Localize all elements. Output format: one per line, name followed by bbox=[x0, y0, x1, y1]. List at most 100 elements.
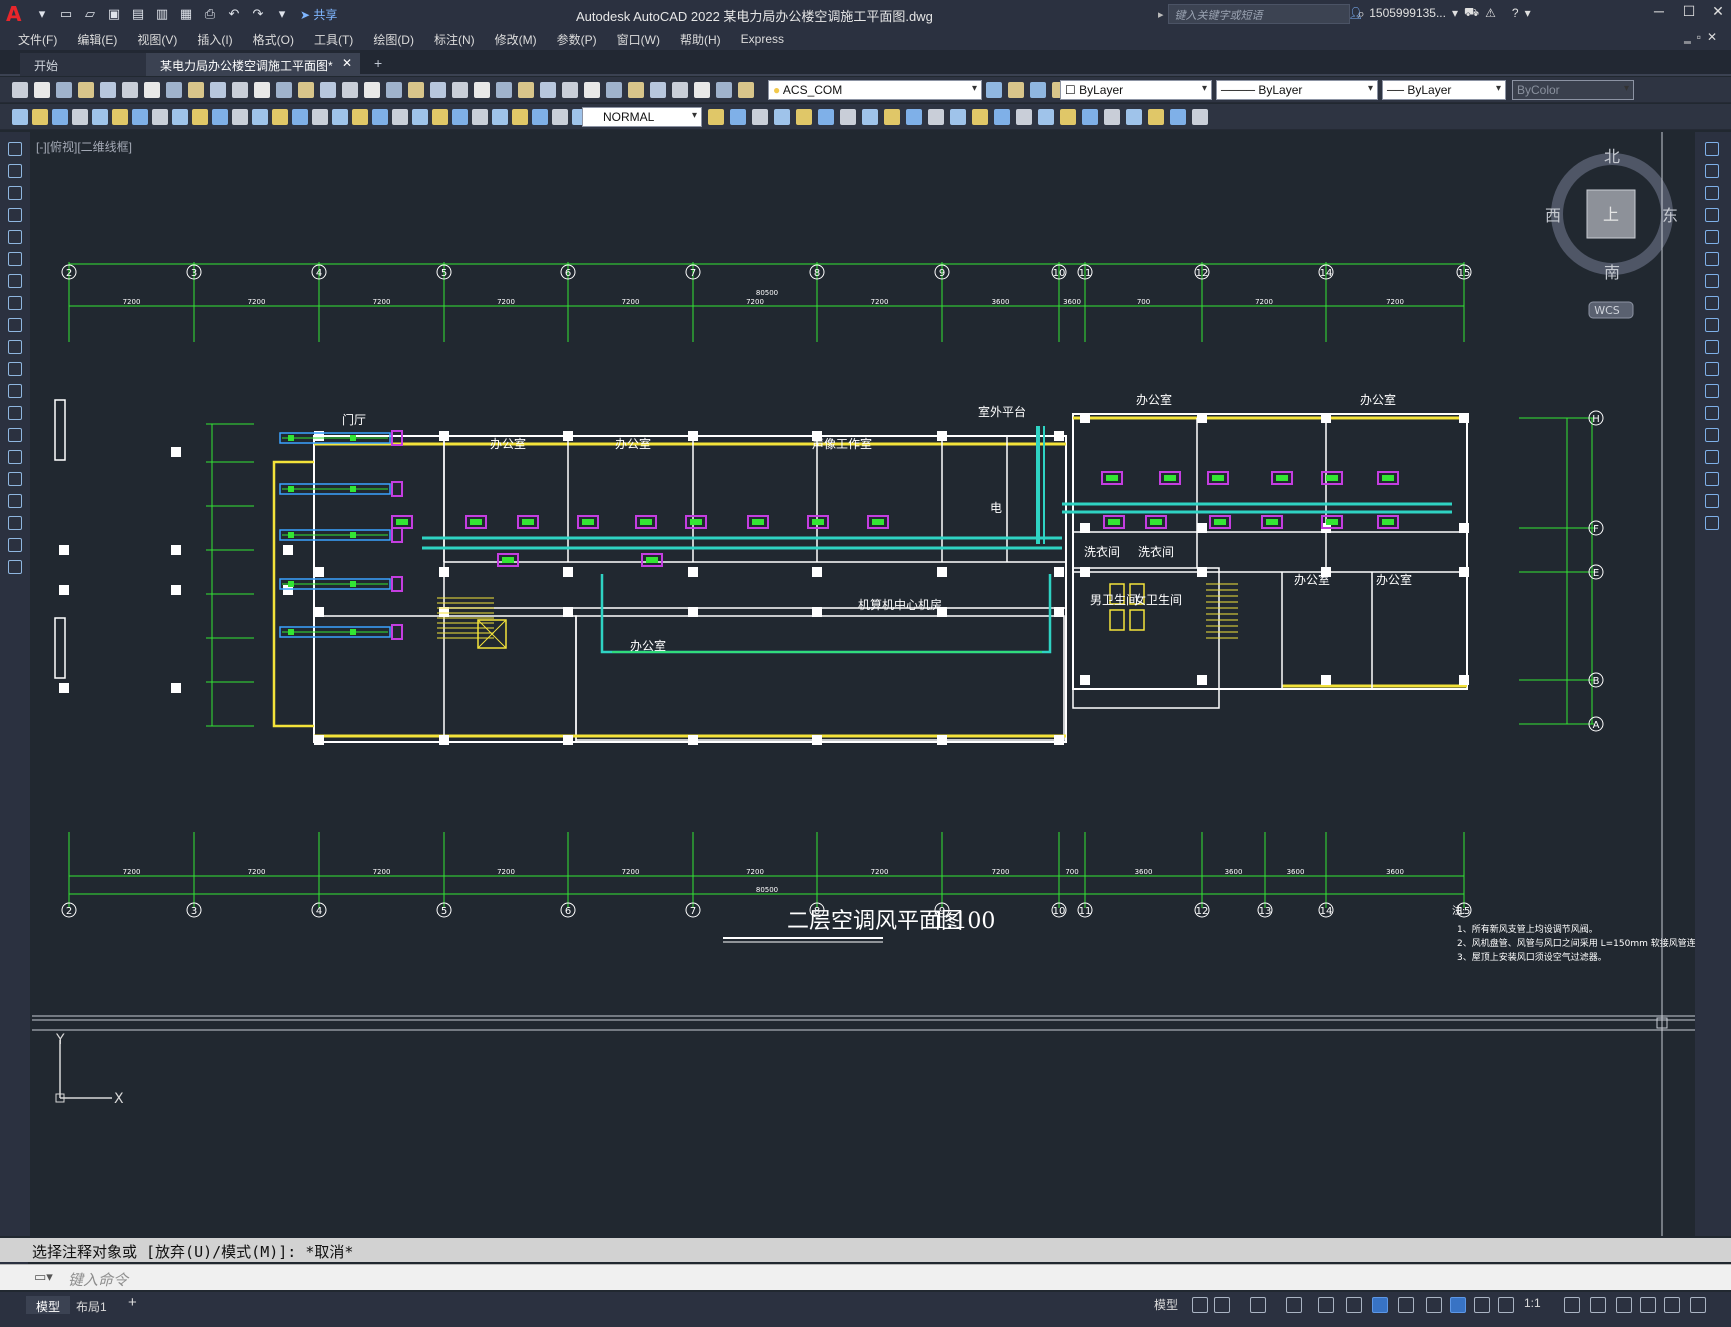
draw-tool-icon[interactable] bbox=[512, 109, 528, 125]
right-modify-tool-icon[interactable] bbox=[1705, 186, 1719, 200]
draw-tool-icon[interactable] bbox=[708, 109, 724, 125]
draw-tool-icon[interactable] bbox=[92, 109, 108, 125]
lineweight-dropdown[interactable]: ── ByLayer ▾ bbox=[1382, 80, 1506, 100]
undo-icon[interactable]: ↶ bbox=[224, 5, 244, 23]
right-modify-tool-icon[interactable] bbox=[1705, 318, 1719, 332]
right-modify-tool-icon[interactable] bbox=[1705, 296, 1719, 310]
standard-tool-icon[interactable] bbox=[342, 82, 358, 98]
command-input[interactable]: ▭▾ 键入命令 bbox=[0, 1264, 1731, 1290]
left-draw-tool-icon[interactable] bbox=[8, 472, 22, 486]
search-input[interactable]: 键入关键字或短语 bbox=[1167, 4, 1350, 24]
draw-tool-icon[interactable] bbox=[312, 109, 328, 125]
draw-tool-icon[interactable] bbox=[12, 109, 28, 125]
draw-tool-icon[interactable] bbox=[884, 109, 900, 125]
left-draw-tool-icon[interactable] bbox=[8, 362, 22, 376]
draw-tool-icon[interactable] bbox=[492, 109, 508, 125]
draw-tool-icon[interactable] bbox=[72, 109, 88, 125]
status-toggle-icon[interactable] bbox=[1214, 1297, 1230, 1313]
standard-tool-icon[interactable] bbox=[56, 82, 72, 98]
draw-tool-icon[interactable] bbox=[950, 109, 966, 125]
draw-tool-icon[interactable] bbox=[1148, 109, 1164, 125]
draw-tool-icon[interactable] bbox=[1082, 109, 1098, 125]
standard-tool-icon[interactable] bbox=[606, 82, 622, 98]
status-toggle-icon[interactable] bbox=[1498, 1297, 1514, 1313]
left-draw-tool-icon[interactable] bbox=[8, 450, 22, 464]
standard-tool-icon[interactable] bbox=[320, 82, 336, 98]
status-toggle-icon[interactable] bbox=[1346, 1297, 1362, 1313]
plotstyle-dropdown[interactable]: ByColor ▾ bbox=[1512, 80, 1634, 100]
left-draw-tool-icon[interactable] bbox=[8, 406, 22, 420]
compass-east[interactable]: 东 bbox=[1662, 206, 1678, 225]
document-window-controls[interactable]: ‗▫✕ bbox=[1684, 30, 1723, 44]
compass-south[interactable]: 南 bbox=[1604, 263, 1620, 282]
right-modify-tool-icon[interactable] bbox=[1705, 362, 1719, 376]
draw-tool-icon[interactable] bbox=[152, 109, 168, 125]
tab-model[interactable]: 模型 bbox=[26, 1296, 71, 1314]
draw-tool-icon[interactable] bbox=[532, 109, 548, 125]
draw-tool-icon[interactable] bbox=[112, 109, 128, 125]
draw-tool-icon[interactable] bbox=[412, 109, 428, 125]
standard-tool-icon[interactable] bbox=[78, 82, 94, 98]
left-draw-tool-icon[interactable] bbox=[8, 318, 22, 332]
web-open-icon[interactable]: ▥ bbox=[152, 5, 172, 23]
standard-tool-icon[interactable] bbox=[716, 82, 732, 98]
right-modify-tool-icon[interactable] bbox=[1705, 516, 1719, 530]
draw-tool-icon[interactable] bbox=[1170, 109, 1186, 125]
left-draw-tool-icon[interactable] bbox=[8, 340, 22, 354]
right-modify-tool-icon[interactable] bbox=[1705, 274, 1719, 288]
standard-tool-icon[interactable] bbox=[276, 82, 292, 98]
status-toggle-icon[interactable] bbox=[1616, 1297, 1632, 1313]
standard-tool-icon[interactable] bbox=[12, 82, 28, 98]
help-icon[interactable]: ? bbox=[1512, 6, 1519, 20]
search-arrow-icon[interactable]: ▸ bbox=[1158, 8, 1164, 21]
standard-tool-icon[interactable] bbox=[122, 82, 138, 98]
left-draw-tool-icon[interactable] bbox=[8, 164, 22, 178]
color-dropdown[interactable]: ☐ ByLayer ▾ bbox=[1060, 80, 1212, 100]
menu-format[interactable]: 格式(O) bbox=[243, 31, 304, 48]
draw-tool-icon[interactable] bbox=[132, 109, 148, 125]
draw-tool-icon[interactable] bbox=[1060, 109, 1076, 125]
draw-tool-icon[interactable] bbox=[552, 109, 568, 125]
tab-close-icon[interactable]: ✕ bbox=[342, 56, 352, 70]
user-name[interactable]: 1505999135... bbox=[1369, 6, 1446, 20]
left-draw-tool-icon[interactable] bbox=[8, 494, 22, 508]
draw-tool-icon[interactable] bbox=[1192, 109, 1208, 125]
standard-tool-icon[interactable] bbox=[386, 82, 402, 98]
new-file-icon[interactable]: ▭ bbox=[56, 5, 76, 23]
left-draw-tool-icon[interactable] bbox=[8, 296, 22, 310]
left-draw-tool-icon[interactable] bbox=[8, 428, 22, 442]
status-toggle-icon[interactable] bbox=[1450, 1297, 1466, 1313]
draw-tool-icon[interactable] bbox=[972, 109, 988, 125]
maximize-icon[interactable]: ☐ bbox=[1674, 3, 1704, 20]
draw-tool-icon[interactable] bbox=[332, 109, 348, 125]
user-chevron-icon[interactable]: ▾ bbox=[1452, 6, 1458, 20]
standard-tool-icon[interactable] bbox=[188, 82, 204, 98]
draw-tool-icon[interactable] bbox=[1104, 109, 1120, 125]
menu-insert[interactable]: 插入(I) bbox=[187, 31, 242, 48]
standard-tool-icon[interactable] bbox=[650, 82, 666, 98]
viewport-controls-label[interactable]: [-][俯视][二维线框] bbox=[36, 138, 132, 155]
tab-drawing[interactable]: 某电力局办公楼空调施工平面图* ✕ bbox=[146, 53, 360, 76]
draw-tool-icon[interactable] bbox=[1016, 109, 1032, 125]
layer-tool-icon[interactable] bbox=[1030, 82, 1046, 98]
save-icon[interactable]: ▣ bbox=[104, 5, 124, 23]
draw-tool-icon[interactable] bbox=[32, 109, 48, 125]
standard-tool-icon[interactable] bbox=[518, 82, 534, 98]
draw-tool-icon[interactable] bbox=[774, 109, 790, 125]
standard-tool-icon[interactable] bbox=[540, 82, 556, 98]
annotation-scale[interactable]: 1:1 bbox=[1524, 1296, 1541, 1310]
draw-tool-icon[interactable] bbox=[292, 109, 308, 125]
right-modify-tool-icon[interactable] bbox=[1705, 252, 1719, 266]
right-modify-tool-icon[interactable] bbox=[1705, 428, 1719, 442]
tab-layout1[interactable]: 布局1 bbox=[66, 1296, 117, 1314]
standard-tool-icon[interactable] bbox=[254, 82, 270, 98]
standard-tool-icon[interactable] bbox=[144, 82, 160, 98]
draw-tool-icon[interactable] bbox=[818, 109, 834, 125]
draw-tool-icon[interactable] bbox=[172, 109, 188, 125]
save-as-icon[interactable]: ▤ bbox=[128, 5, 148, 23]
share-button[interactable]: ➤ 共享 bbox=[300, 6, 337, 23]
help-chevron-icon[interactable]: ▾ bbox=[1525, 6, 1531, 20]
right-modify-tool-icon[interactable] bbox=[1705, 164, 1719, 178]
draw-tool-icon[interactable] bbox=[472, 109, 488, 125]
compass-north[interactable]: 北 bbox=[1604, 147, 1620, 166]
